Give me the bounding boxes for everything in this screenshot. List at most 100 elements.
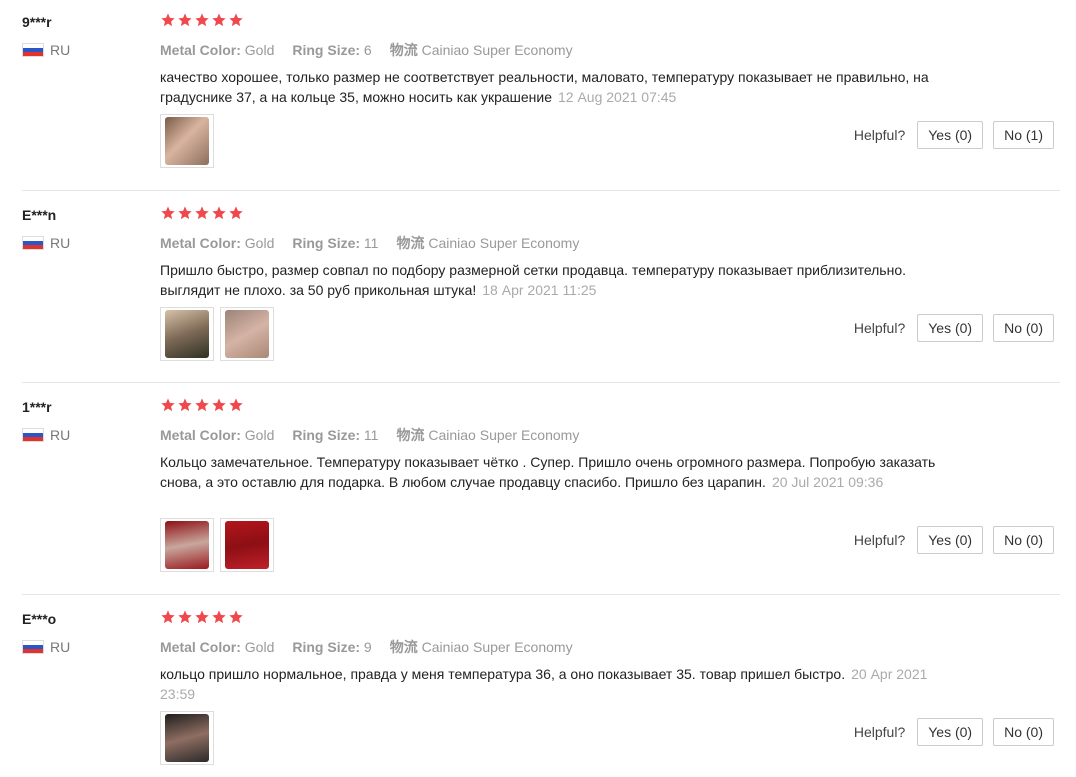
divider	[22, 382, 1060, 383]
shipping-value: Cainiao Super Economy	[421, 42, 573, 58]
review-text: Пришло быстро, размер совпал по подбору …	[160, 260, 960, 300]
photo-list	[160, 114, 214, 168]
review-item: E***o RU Metal Color: Gold Ring Size: 9 物流…	[0, 609, 1076, 777]
review-text: кольцо пришло нормальное, правда у меня …	[160, 664, 960, 704]
ring-size-label: Ring Size:	[292, 235, 361, 251]
divider	[22, 190, 1060, 191]
country-code: RU	[50, 235, 71, 251]
russia-flag-icon	[22, 428, 44, 442]
star-icon	[212, 206, 226, 220]
country-code: RU	[50, 427, 71, 443]
reviewer-country: RU	[22, 639, 70, 655]
star-icon	[229, 610, 243, 624]
russia-flag-icon	[22, 43, 44, 57]
star-icon	[161, 206, 175, 220]
review-photo[interactable]	[160, 114, 214, 168]
review-text: качество хорошее, только размер не соотв…	[160, 67, 960, 107]
review-body: качество хорошее, только размер не соотв…	[160, 69, 929, 105]
country-code: RU	[50, 639, 71, 655]
helpful-label: Helpful?	[853, 532, 906, 548]
reviewer-name: E***o	[22, 611, 57, 627]
ring-size-label: Ring Size:	[292, 639, 361, 655]
review-photo[interactable]	[220, 307, 274, 361]
reviewer-country: RU	[22, 42, 70, 58]
star-icon	[229, 398, 243, 412]
shipping-value: Cainiao Super Economy	[428, 427, 580, 443]
russia-flag-icon	[22, 640, 44, 654]
star-icon	[195, 13, 209, 27]
shipping-value: Cainiao Super Economy	[428, 235, 580, 251]
star-icon	[195, 610, 209, 624]
review-date: 18 Apr 2021 11:25	[482, 282, 597, 298]
helpful-controls: Helpful? Yes (0) No (0)	[854, 718, 1054, 746]
photo-list	[160, 518, 274, 572]
order-info: Metal Color: Gold Ring Size: 6 物流 Cainiao …	[160, 40, 573, 60]
russia-flag-icon	[22, 236, 44, 250]
metal-color-label: Metal Color:	[160, 235, 241, 251]
metal-color-label: Metal Color:	[160, 42, 241, 58]
divider	[22, 594, 1060, 595]
shipping-label: 物流	[396, 235, 425, 251]
helpful-no-button[interactable]: No (0)	[993, 718, 1054, 746]
review-date: 12 Aug 2021 07:45	[558, 89, 677, 105]
star-icon	[212, 610, 226, 624]
ring-size-label: Ring Size:	[292, 42, 361, 58]
helpful-yes-button[interactable]: Yes (0)	[917, 314, 984, 342]
star-rating	[160, 609, 244, 625]
helpful-no-button[interactable]: No (0)	[993, 314, 1054, 342]
review-body: кольцо пришло нормальное, правда у меня …	[160, 666, 846, 682]
review-photo[interactable]	[160, 307, 214, 361]
helpful-yes-button[interactable]: Yes (0)	[917, 121, 984, 149]
shipping-label: 物流	[389, 639, 418, 655]
helpful-label: Helpful?	[853, 127, 906, 143]
reviewer-name: 1***r	[22, 399, 52, 415]
shipping-label: 物流	[389, 42, 418, 58]
star-icon	[161, 13, 175, 27]
review-photo[interactable]	[160, 711, 214, 765]
review-photo[interactable]	[160, 518, 214, 572]
review-date: 20 Jul 2021 09:36	[771, 474, 884, 490]
helpful-yes-button[interactable]: Yes (0)	[917, 526, 984, 554]
review-item: 9***r RU Metal Color: Gold Ring Size: 6 物流…	[0, 13, 1076, 190]
star-icon	[229, 206, 243, 220]
ring-size-label: Ring Size:	[292, 427, 361, 443]
star-icon	[178, 13, 192, 27]
star-icon	[212, 13, 226, 27]
star-icon	[212, 398, 226, 412]
review-item: E***n RU Metal Color: Gold Ring Size: 11 物…	[0, 206, 1076, 383]
helpful-controls: Helpful? Yes (0) No (1)	[854, 121, 1054, 149]
helpful-controls: Helpful? Yes (0) No (0)	[854, 526, 1054, 554]
helpful-yes-button[interactable]: Yes (0)	[917, 718, 984, 746]
order-info: Metal Color: Gold Ring Size: 9 物流 Cainiao …	[160, 637, 573, 657]
shipping-value: Cainiao Super Economy	[421, 639, 573, 655]
star-icon	[161, 398, 175, 412]
reviewer-name: 9***r	[22, 14, 52, 30]
order-info: Metal Color: Gold Ring Size: 11 物流 Cainiao…	[160, 233, 579, 253]
metal-color-value: Gold	[244, 639, 275, 655]
metal-color-value: Gold	[244, 427, 275, 443]
helpful-no-button[interactable]: No (1)	[993, 121, 1054, 149]
metal-color-label: Metal Color:	[160, 639, 241, 655]
reviewer-country: RU	[22, 235, 70, 251]
star-icon	[178, 206, 192, 220]
helpful-label: Helpful?	[853, 320, 906, 336]
metal-color-label: Metal Color:	[160, 427, 241, 443]
star-icon	[161, 610, 175, 624]
review-item: 1***r RU Metal Color: Gold Ring Size: 11 物…	[0, 397, 1076, 595]
star-icon	[229, 13, 243, 27]
ring-size-value: 9	[363, 639, 372, 655]
shipping-label: 物流	[396, 427, 425, 443]
photo-list	[160, 307, 274, 361]
star-icon	[195, 398, 209, 412]
helpful-label: Helpful?	[853, 724, 906, 740]
metal-color-value: Gold	[244, 42, 275, 58]
metal-color-value: Gold	[244, 235, 275, 251]
helpful-no-button[interactable]: No (0)	[993, 526, 1054, 554]
ring-size-value: 6	[363, 42, 372, 58]
helpful-controls: Helpful? Yes (0) No (0)	[854, 314, 1054, 342]
order-info: Metal Color: Gold Ring Size: 11 物流 Cainiao…	[160, 425, 579, 445]
review-photo[interactable]	[220, 518, 274, 572]
star-icon	[178, 398, 192, 412]
star-rating	[160, 397, 244, 413]
ring-size-value: 11	[363, 427, 379, 443]
